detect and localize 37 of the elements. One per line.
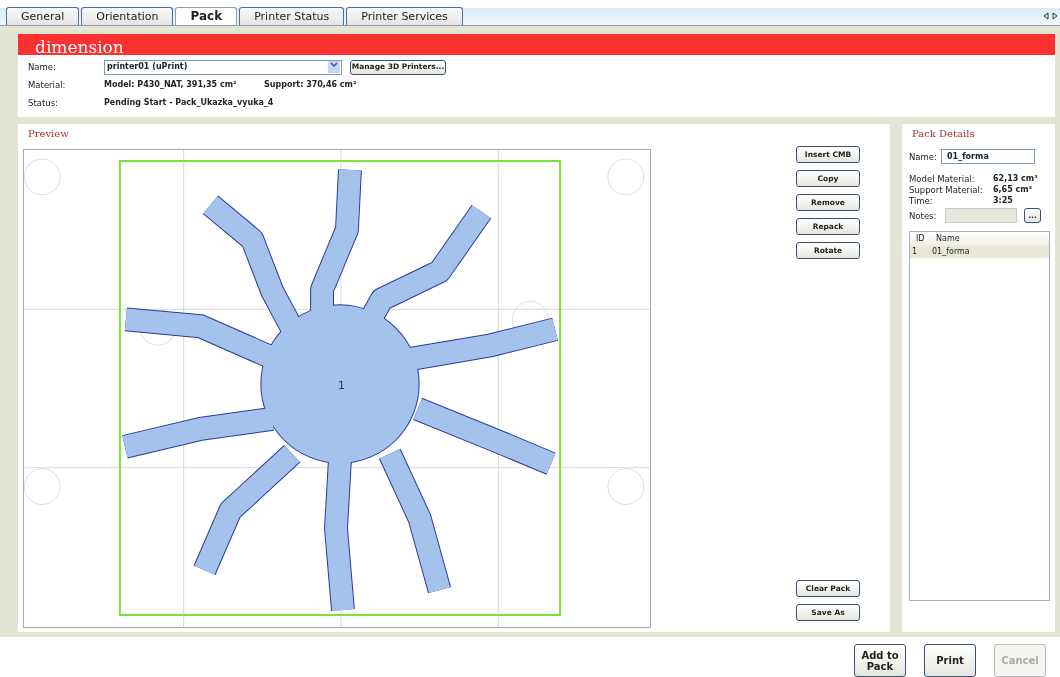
tab[interactable]: General <box>6 7 80 25</box>
field-label: Material: <box>28 78 67 92</box>
scroll-right-icon[interactable] <box>1052 12 1058 20</box>
field-label: Status: <box>28 96 59 110</box>
notes-field[interactable] <box>945 208 1017 224</box>
part-label: 1 <box>338 379 345 393</box>
table-cell-text: 01_forma <box>931 246 970 259</box>
logo: dimension <box>35 37 124 55</box>
field-label: Name: <box>28 60 57 74</box>
tab[interactable]: Pack <box>175 7 238 25</box>
panel-title: Preview <box>27 127 70 142</box>
field-value: 62,13 cm³ <box>993 173 1038 185</box>
tab[interactable]: Orientation <box>81 7 174 25</box>
field-label: Time: <box>909 195 934 207</box>
table-row[interactable]: 1 01_forma <box>910 246 1049 259</box>
panel-title: Pack Details <box>911 127 976 142</box>
column-header[interactable]: ID <box>910 233 932 246</box>
field-value: 3:25 <box>993 195 1013 207</box>
field-label: Notes: <box>909 209 938 223</box>
field-value: Model: P430_NAT, 391,35 cm² <box>104 79 238 91</box>
field-value: Pending Start - Pack_Ukazka_vyuka_4 <box>104 97 274 109</box>
footer-button[interactable]: Add to Pack <box>854 644 906 677</box>
tray-circle <box>23 158 61 196</box>
tab[interactable]: Printer Status <box>239 7 345 25</box>
scroll-left-icon[interactable] <box>1043 12 1049 20</box>
field-label: Model Material: <box>909 173 976 185</box>
field-label: Name: <box>909 150 938 164</box>
table-cell-text: 1 <box>911 246 919 259</box>
printer-select[interactable]: printer01 (uPrint) <box>104 59 342 75</box>
field-value: 6,65 cm³ <box>993 184 1033 196</box>
footer-button[interactable]: Print <box>924 644 976 677</box>
tab[interactable]: Printer Services <box>346 7 463 25</box>
column-header[interactable]: Name <box>932 233 960 246</box>
field-value: Support: 370,46 cm² <box>264 79 357 91</box>
name-field[interactable]: 01_forma <box>941 149 1035 165</box>
tray-circle <box>607 158 645 196</box>
field-label: Support Material: <box>909 184 984 196</box>
